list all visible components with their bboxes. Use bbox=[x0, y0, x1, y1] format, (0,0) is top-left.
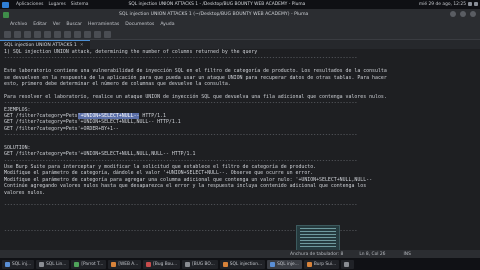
replace-icon[interactable] bbox=[104, 30, 111, 38]
editor-line-text: ----------------------------------------… bbox=[4, 132, 358, 139]
copy-icon[interactable] bbox=[74, 30, 81, 38]
editor-line-text: 1) SQL injection UNION attack, determini… bbox=[4, 49, 258, 55]
menu-view[interactable]: Ver bbox=[53, 22, 61, 27]
editor-line-text: ----------------------------------------… bbox=[4, 202, 358, 209]
editor-line-text: GET /filter?category=Pets bbox=[4, 112, 78, 119]
network-icon[interactable] bbox=[468, 2, 472, 6]
taskbar-item-label: Burp Sui... bbox=[313, 261, 337, 267]
window-icon bbox=[146, 261, 152, 267]
taskbar-item[interactable]: SQL inj... bbox=[2, 259, 35, 269]
menu-applications[interactable]: Aplicaciones bbox=[16, 2, 43, 7]
editor-line-text: se devuelven en la respuesta de la aplic… bbox=[4, 74, 387, 81]
taskbar-item-label: [Bug Bou... bbox=[153, 261, 178, 267]
window-titlebar[interactable]: SQL injection UNION ATTACKS 1 (~/Desktop… bbox=[0, 9, 480, 20]
undo-icon[interactable] bbox=[44, 30, 51, 38]
print-icon[interactable] bbox=[34, 30, 41, 38]
taskbar-item[interactable]: Burp Sui... bbox=[303, 259, 340, 269]
save-icon[interactable] bbox=[24, 30, 31, 38]
distro-logo-icon[interactable] bbox=[2, 1, 9, 8]
insert-mode: INS bbox=[403, 251, 411, 257]
statusbar: Anchura de tabulador: 8 Ln 8, Col 26 INS bbox=[0, 250, 480, 258]
taskbar-item-label: SQL injection... bbox=[229, 261, 263, 267]
editor-line-text: ----------------------------------------… bbox=[4, 157, 358, 164]
system-menu: Aplicaciones Lugares Sistema bbox=[0, 1, 89, 8]
tab-document[interactable]: SQL injection UNION ATTACKS 1 ✕ bbox=[0, 40, 90, 49]
search-icon[interactable] bbox=[94, 30, 101, 38]
menubar: Archivo Editar Ver Buscar Herramientas D… bbox=[0, 20, 480, 29]
editor-line-text: EJEMPLOS: bbox=[4, 106, 31, 113]
maximize-button[interactable] bbox=[460, 11, 466, 17]
window-title: SQL injection UNION ATTACKS 1 (~/Desktop… bbox=[119, 12, 309, 17]
editor-line-text: SOLUTION: bbox=[4, 144, 31, 151]
editor-line-text: Para resolver el laboratorio, realice un… bbox=[4, 93, 387, 100]
taskbar-item-label: SQL inje... bbox=[277, 261, 299, 267]
volume-icon[interactable] bbox=[474, 2, 478, 6]
editor-line-text: valores nulos. bbox=[4, 189, 46, 196]
selected-text: '+UNION+SELECT+NULL-- bbox=[77, 112, 140, 119]
pluma-app-icon bbox=[3, 11, 9, 18]
editor-line-text: Modifique el parámetro de categoría, dán… bbox=[4, 170, 314, 177]
editor-line-text: HTTP/1.1 bbox=[139, 112, 166, 119]
window-icon bbox=[222, 261, 228, 267]
taskbar-item[interactable]: [BUG BO... bbox=[182, 259, 218, 269]
menu-search[interactable]: Buscar bbox=[66, 22, 82, 27]
taskbar-item[interactable]: SQL Lin... bbox=[36, 259, 70, 269]
cut-icon[interactable] bbox=[64, 30, 71, 38]
editor-line-text: GET /filter?category=Pets'+UNION+SELECT+… bbox=[4, 119, 181, 126]
taskbar-item[interactable]: [WEB A... bbox=[108, 259, 142, 269]
window-icon bbox=[270, 261, 276, 267]
editor-line-text: Continúe agregando valores nulos hasta q… bbox=[4, 183, 367, 190]
minimize-button[interactable] bbox=[450, 11, 456, 17]
new-file-icon[interactable] bbox=[4, 30, 11, 38]
menu-help[interactable]: Ayuda bbox=[160, 22, 174, 27]
taskbar-item-label: [WEB A... bbox=[118, 261, 139, 267]
menu-documents[interactable]: Documentos bbox=[125, 22, 154, 27]
window-icon bbox=[5, 261, 10, 267]
window-icon bbox=[185, 261, 191, 267]
editor-line-text: ----------------------------------------… bbox=[4, 100, 358, 107]
cursor-position: Ln 8, Col 26 bbox=[359, 251, 386, 257]
editor-line-text: ----------------------------------------… bbox=[4, 55, 358, 62]
close-button[interactable] bbox=[470, 11, 476, 17]
menu-file[interactable]: Archivo bbox=[10, 22, 27, 27]
editor-line-text: esto, primero debe determinar el número … bbox=[4, 80, 231, 87]
taskbar-item[interactable]: SQL injection... bbox=[219, 259, 266, 269]
open-file-icon[interactable] bbox=[14, 30, 21, 38]
taskbar: SQL inj... SQL Lin... [Parrot T... [WEB A..… bbox=[0, 258, 480, 270]
window-icon bbox=[111, 261, 117, 267]
taskbar-item[interactable]: [Parrot T... bbox=[71, 259, 107, 269]
taskbar-item[interactable] bbox=[341, 259, 355, 269]
toolbar bbox=[0, 29, 480, 40]
menu-tools[interactable]: Herramientas bbox=[88, 22, 119, 27]
tab-width-selector[interactable]: Anchura de tabulador: 8 bbox=[290, 252, 343, 257]
editor-line-text: Este laboratorio contiene una vulnerabil… bbox=[4, 68, 387, 75]
taskbar-item-label: [BUG BO... bbox=[192, 261, 215, 267]
window-icon bbox=[39, 261, 45, 267]
menu-places[interactable]: Lugares bbox=[48, 2, 65, 7]
document-tabbar: SQL injection UNION ATTACKS 1 ✕ bbox=[0, 40, 480, 49]
system-tray bbox=[468, 2, 478, 6]
window-icon bbox=[344, 261, 350, 267]
editor-line-text: GET /filter?category=Pets'+ORDER+BY+1-- bbox=[4, 125, 119, 132]
window-icon bbox=[306, 261, 312, 267]
taskbar-item-label: SQL Lin... bbox=[46, 261, 67, 267]
tab-close-icon[interactable]: ✕ bbox=[80, 43, 84, 48]
editor-line[interactable]: ----------------------------------------… bbox=[0, 228, 480, 234]
redo-icon[interactable] bbox=[54, 30, 61, 38]
top-panel: Aplicaciones Lugares Sistema SQL injecti… bbox=[0, 0, 480, 9]
editor-line-text: GET /filter?category=Pets'+UNION+SELECT+… bbox=[4, 151, 196, 158]
menu-edit[interactable]: Editar bbox=[33, 22, 47, 27]
text-editor[interactable]: 1) SQL injection UNION attack, determini… bbox=[0, 49, 480, 250]
taskbar-item[interactable]: SQL inje... bbox=[267, 259, 302, 269]
taskbar-item-label: SQL inj... bbox=[12, 261, 32, 267]
menu-system[interactable]: Sistema bbox=[71, 2, 89, 7]
paste-icon[interactable] bbox=[84, 30, 91, 38]
editor-line-text: Modifique el parámetro de categoría para… bbox=[4, 176, 373, 183]
taskbar-item[interactable]: [Bug Bou... bbox=[143, 259, 181, 269]
active-window-title: SQL injection UNION ATTACKS 1 - /Desktop… bbox=[128, 2, 306, 7]
window-icon bbox=[74, 261, 80, 267]
window-controls bbox=[450, 11, 476, 17]
taskbar-item-label: [Parrot T... bbox=[81, 261, 104, 267]
tab-label: SQL injection UNION ATTACKS 1 bbox=[4, 42, 77, 48]
